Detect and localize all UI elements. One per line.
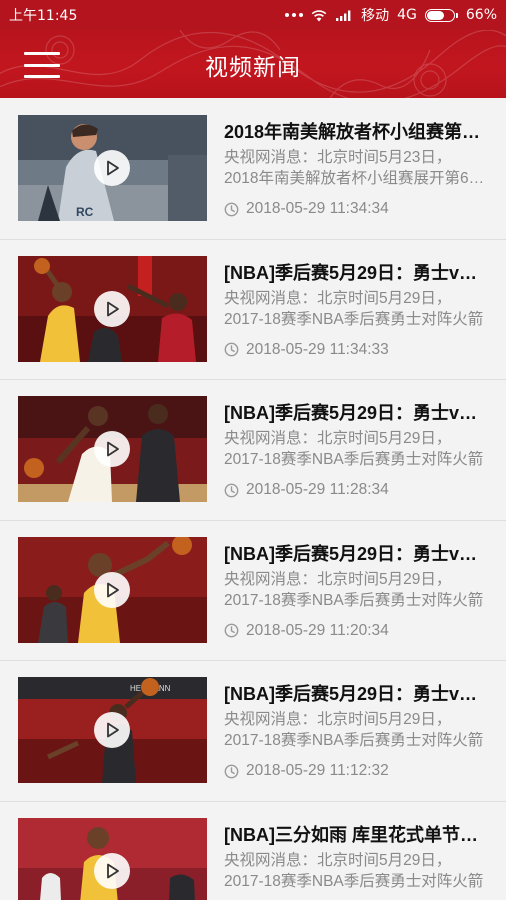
page-title: 视频新闻 (205, 55, 301, 81)
news-summary: 央视网消息：北京时间5月29日， 2017-18赛季NBA季后赛勇士对阵火箭 (224, 569, 486, 611)
status-indicators: 移动 4G 66% (285, 5, 497, 25)
news-timestamp: 2018-05-29 11:20:34 (224, 622, 389, 640)
play-button[interactable] (94, 852, 130, 889)
battery-percent: 66% (465, 7, 497, 23)
news-summary: 央视网消息：北京时间5月29日， 2017-18赛季NBA季后赛勇士对阵火箭 (224, 709, 486, 751)
play-icon (107, 441, 119, 457)
news-title: 2018年南美解放者杯小组赛第6轮：博卡青年vs阿尔瓦拉多 (224, 122, 486, 142)
news-timestamp: 2018-05-29 11:34:33 (224, 341, 389, 359)
news-summary-line: 2017-18赛季NBA季后赛勇士对阵火箭 (224, 872, 484, 890)
news-title: [NBA]季后赛5月29日：勇士vs火箭 (224, 262, 486, 283)
news-item-4[interactable]: [NBA]季后赛5月29日：勇士vs火箭 央视网消息：北京时间5月29日， 20… (0, 520, 506, 661)
news-summary-line: 2018年南美解放者杯小组赛展开第6轮的争夺 (224, 170, 486, 187)
video-thumbnail[interactable] (18, 255, 207, 362)
news-summary-line: 2017-18赛季NBA季后赛勇士对阵火箭 (224, 310, 484, 328)
video-thumbnail[interactable] (18, 817, 207, 900)
news-summary-line: 2017-18赛季NBA季后赛勇士对阵火箭 (224, 732, 484, 749)
app-header: 视频新闻 (0, 30, 506, 98)
signal-icon (336, 10, 351, 21)
play-button[interactable] (94, 712, 130, 748)
video-thumbnail[interactable]: RC (18, 115, 207, 221)
clock-icon (224, 202, 239, 216)
news-summary-line: 2017-18赛季NBA季后赛勇士对阵火箭 (224, 591, 484, 609)
news-timestamp: 2018-05-29 11:34:34 (224, 200, 389, 218)
battery-icon (424, 8, 458, 22)
network-type: 4G (397, 7, 417, 23)
news-summary-line: 2017-18赛季NBA季后赛勇士对阵火箭 (224, 451, 484, 468)
carrier-label: 移动 (361, 8, 390, 24)
play-icon (107, 722, 119, 738)
play-button[interactable] (94, 150, 130, 186)
notification-dots-icon (285, 13, 304, 17)
clock-icon (224, 342, 239, 357)
play-button[interactable] (94, 571, 130, 608)
news-item-6[interactable]: [NBA]三分如雨 库里花式单节独砍 央视网消息：北京时间5月29日， 2017… (0, 801, 506, 900)
battery-level (426, 10, 445, 20)
news-title: [NBA]季后赛5月29日：勇士vs火箭 (224, 403, 486, 423)
video-thumbnail[interactable] (18, 536, 207, 643)
video-thumbnail[interactable]: HERMANN (18, 677, 207, 783)
wifi-icon (311, 9, 327, 21)
news-item-3[interactable]: [NBA]季后赛5月29日：勇士vs火箭 央视网消息：北京时间5月29日， 20… (0, 380, 506, 521)
play-button[interactable] (94, 290, 130, 327)
video-news-list: RC 2018年南美解放者杯小组赛第6轮：博卡青年vs阿尔瓦拉多 央视网消息：北… (0, 99, 506, 900)
play-button[interactable] (94, 431, 130, 467)
video-thumbnail[interactable] (18, 396, 207, 502)
clock-icon (224, 623, 239, 638)
news-summary-line: 央视网消息：北京时间5月29日， (224, 711, 452, 728)
news-time-text: 2018-05-29 11:34:34 (246, 200, 389, 217)
play-icon (107, 863, 119, 878)
news-summary-line: 央视网消息：北京时间5月23日， (224, 149, 452, 166)
news-timestamp: 2018-05-29 11:28:34 (224, 481, 389, 499)
news-summary: 央视网消息：北京时间5月29日， 2017-18赛季NBA季后赛勇士对阵火箭 (224, 428, 486, 470)
news-title: [NBA]季后赛5月29日：勇士vs火箭 (224, 543, 486, 564)
play-icon (107, 301, 119, 316)
news-summary-line: 央视网消息：北京时间5月29日， (224, 430, 452, 447)
news-summary: 央视网消息：北京时间5月29日， 2017-18赛季NBA季后赛勇士对阵火箭 (224, 288, 486, 330)
clock-icon (224, 483, 239, 497)
news-item-5[interactable]: HERMANN [NBA]季后赛5月29日：勇士vs火箭 央视网消息：北京时间5… (0, 661, 506, 802)
news-item-1[interactable]: RC 2018年南美解放者杯小组赛第6轮：博卡青年vs阿尔瓦拉多 央视网消息：北… (0, 99, 506, 240)
news-summary-line: 央视网消息：北京时间5月29日， (224, 289, 452, 307)
news-item-2[interactable]: [NBA]季后赛5月29日：勇士vs火箭 央视网消息：北京时间5月29日， 20… (0, 239, 506, 380)
news-summary-line: 央视网消息：北京时间5月29日， (224, 570, 452, 588)
clock-icon (224, 764, 239, 778)
news-summary: 央视网消息：北京时间5月23日， 2018年南美解放者杯小组赛展开第6轮的争夺 (224, 147, 486, 189)
svg-text:RC: RC (76, 205, 94, 219)
status-time: 上午11:45 (9, 8, 78, 24)
play-icon (107, 160, 119, 176)
news-time-text: 2018-05-29 11:12:32 (246, 762, 389, 779)
play-icon (107, 582, 119, 597)
news-timestamp: 2018-05-29 11:12:32 (224, 762, 389, 780)
news-title: [NBA]三分如雨 库里花式单节独砍 (224, 824, 486, 845)
news-summary: 央视网消息：北京时间5月29日， 2017-18赛季NBA季后赛勇士对阵火箭 (224, 850, 486, 892)
status-bar: 上午11:45 移动 4G 66% (0, 0, 506, 30)
news-title: [NBA]季后赛5月29日：勇士vs火箭 (224, 684, 486, 704)
news-time-text: 2018-05-29 11:34:33 (246, 340, 389, 358)
news-summary-line: 央视网消息：北京时间5月29日， (224, 851, 452, 869)
news-time-text: 2018-05-29 11:28:34 (246, 481, 389, 498)
news-time-text: 2018-05-29 11:20:34 (246, 621, 389, 639)
